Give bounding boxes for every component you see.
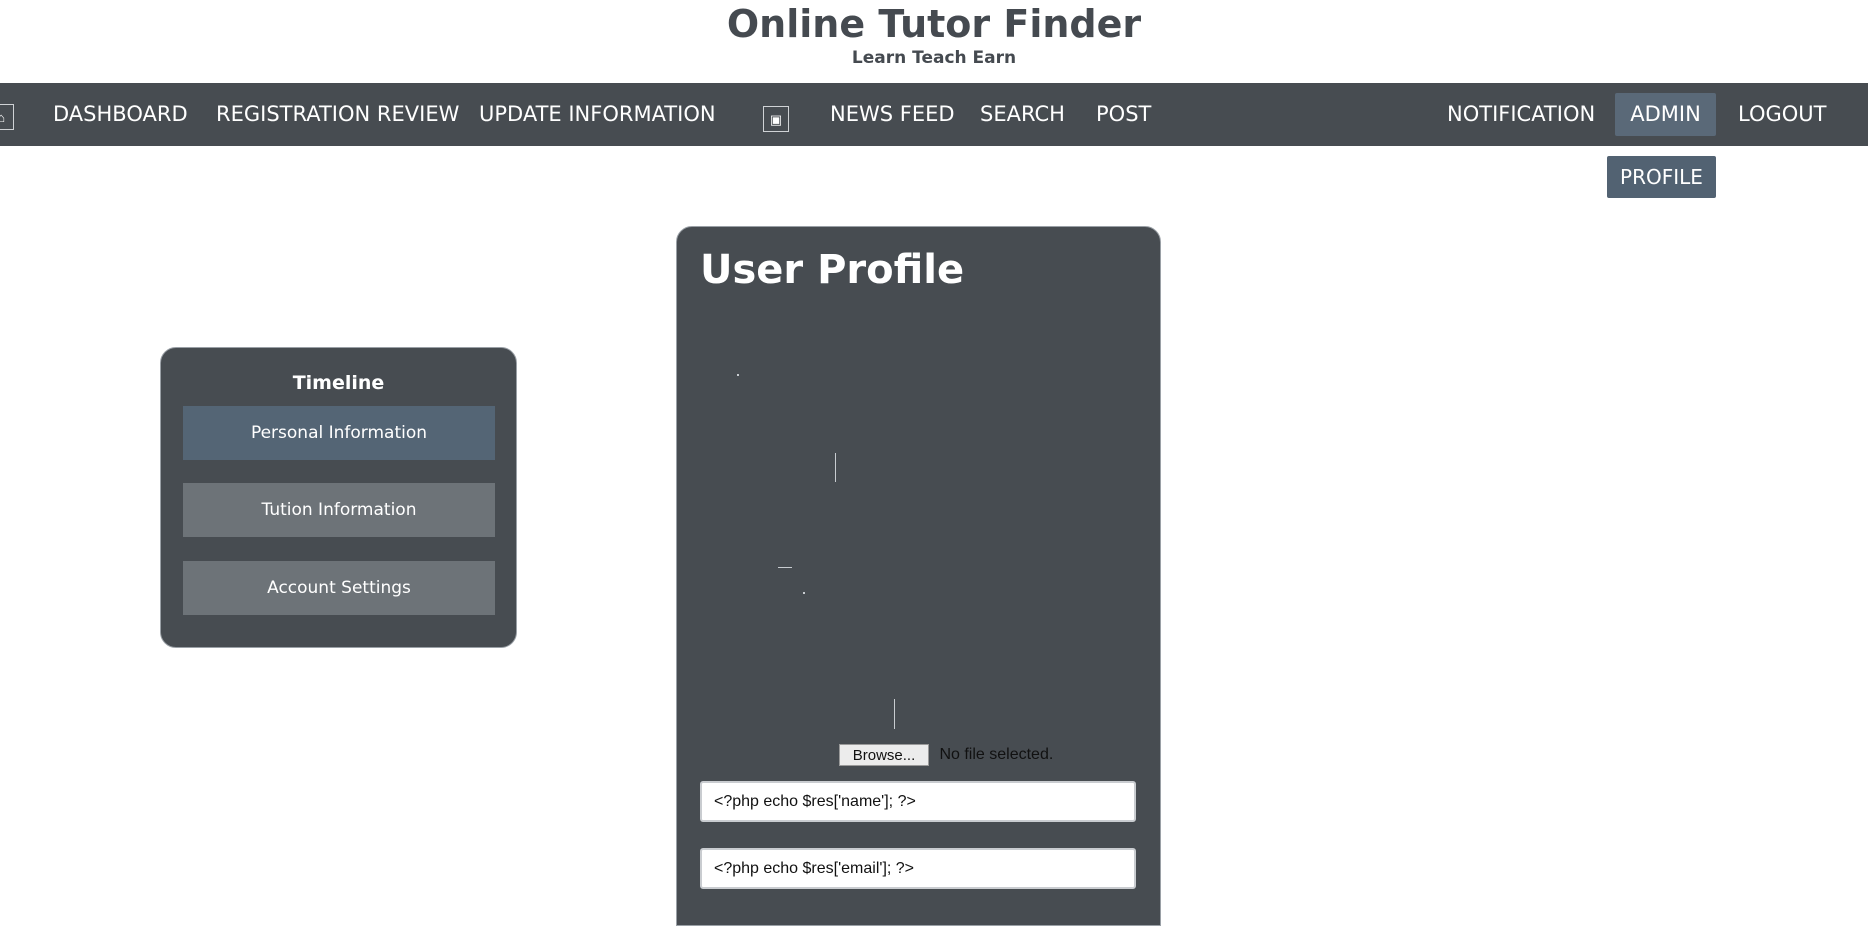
site-tagline: Learn Teach Earn: [851, 48, 1017, 68]
image-icon[interactable]: ▣: [763, 106, 789, 132]
nav-notification[interactable]: NOTIFICATION: [1447, 83, 1595, 146]
nav-admin[interactable]: ADMIN: [1615, 93, 1716, 136]
logo-icon[interactable]: ⌂: [0, 104, 14, 130]
file-upload-row: Browse... No file selected.: [839, 744, 1053, 768]
name-field[interactable]: <?php echo $res['name']; ?>: [700, 781, 1136, 822]
profile-card: User Profile Browse... No file selected.…: [676, 226, 1161, 926]
nav-update-information[interactable]: UPDATE INFORMATION: [479, 83, 716, 146]
timeline-panel: Timeline Personal Information Tution Inf…: [160, 347, 517, 648]
site-header: Online Tutor Finder Learn Teach Earn: [0, 0, 1868, 83]
sidebar-item-personal-information[interactable]: Personal Information: [183, 406, 495, 460]
dropdown-profile[interactable]: PROFILE: [1607, 156, 1716, 198]
card-title: User Profile: [700, 247, 965, 293]
nav-search[interactable]: SEARCH: [980, 83, 1065, 146]
browse-button[interactable]: Browse...: [839, 744, 929, 766]
email-field[interactable]: <?php echo $res['email']; ?>: [700, 848, 1136, 889]
nav-news-feed[interactable]: NEWS FEED: [830, 83, 955, 146]
navbar: ⌂ DASHBOARD REGISTRATION REVIEW UPDATE I…: [0, 83, 1868, 146]
file-status: No file selected.: [939, 746, 1054, 763]
nav-logout[interactable]: LOGOUT: [1738, 83, 1826, 146]
sidebar-item-tution-information[interactable]: Tution Information: [183, 483, 495, 537]
site-title: Online Tutor Finder: [726, 2, 1142, 46]
nav-registration-review[interactable]: REGISTRATION REVIEW: [216, 83, 459, 146]
sidebar-item-account-settings[interactable]: Account Settings: [183, 561, 495, 615]
nav-dashboard[interactable]: DASHBOARD: [53, 83, 188, 146]
nav-post[interactable]: POST: [1096, 83, 1151, 146]
timeline-title: Timeline: [292, 372, 385, 394]
profile-photo: [700, 307, 1140, 806]
